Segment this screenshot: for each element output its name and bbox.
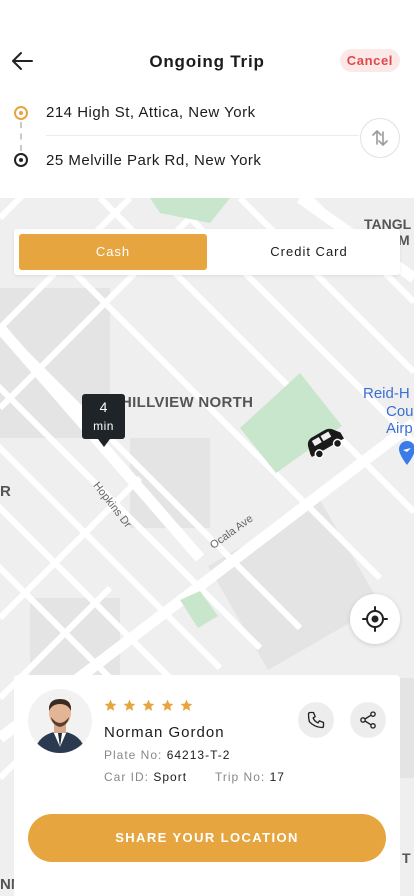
destination-marker-icon [14, 153, 28, 167]
route-connector [20, 122, 22, 151]
pickup-marker-icon [14, 106, 28, 120]
share-location-button[interactable]: SHARE YOUR LOCATION [28, 814, 386, 862]
route-divider [46, 135, 359, 136]
eta-value: 4 [99, 399, 108, 415]
map-label-airport-1: Reid-H [363, 385, 410, 402]
my-location-button[interactable] [350, 594, 400, 644]
driver-rating [104, 699, 193, 713]
star-icon [180, 699, 193, 711]
car-id: Car ID: Sport [104, 770, 187, 784]
driver-avatar [28, 689, 92, 753]
plate-number: Plate No: 64213-T-2 [104, 748, 230, 762]
trip-header: Ongoing Trip Cancel 214 High St, Attica,… [0, 0, 414, 198]
airport-pin-icon [399, 441, 414, 465]
trip-number-label: Trip No: [215, 770, 266, 784]
destination-address[interactable]: 25 Melville Park Rd, New York [46, 152, 261, 169]
trip-number-value: 17 [269, 770, 285, 784]
star-icon [104, 699, 117, 711]
map-label-airport-2: Cou [386, 403, 414, 420]
payment-option-credit-card[interactable]: Credit Card [223, 234, 395, 270]
car-icon [307, 428, 344, 459]
eta-badge: 4 min [82, 394, 125, 447]
plate-label: Plate No: [104, 748, 163, 762]
phone-icon [307, 711, 325, 729]
crosshair-icon [362, 606, 388, 632]
car-id-value: Sport [153, 770, 188, 784]
swap-route-button[interactable] [360, 118, 400, 158]
star-icon [161, 699, 174, 711]
plate-value: 64213-T-2 [166, 748, 231, 762]
payment-method-toggle: Cash Credit Card [14, 229, 400, 275]
trip-number: Trip No: 17 [215, 770, 285, 784]
driver-card: Norman Gordon Plate No: 64213-T-2 Car ID… [14, 675, 400, 896]
map-label-neighborhood: HILLVIEW NORTH [121, 394, 254, 411]
eta-unit: min [93, 419, 114, 433]
star-icon [123, 699, 136, 711]
map-label-left-edge: R [0, 483, 11, 500]
swap-vertical-icon [372, 130, 388, 146]
payment-option-cash[interactable]: Cash [19, 234, 207, 270]
share-icon [360, 711, 376, 729]
car-id-label: Car ID: [104, 770, 150, 784]
call-driver-button[interactable] [298, 702, 334, 738]
pickup-address[interactable]: 214 High St, Attica, New York [46, 104, 256, 121]
driver-name: Norman Gordon [104, 724, 225, 741]
cancel-trip-button[interactable]: Cancel [339, 49, 400, 72]
map-label-airport-3: Airp [386, 420, 413, 437]
share-trip-button[interactable] [350, 702, 386, 738]
star-icon [142, 699, 155, 711]
map-label-bottom-right: T [402, 850, 411, 866]
route-summary: 214 High St, Attica, New York 25 Melvill… [0, 96, 414, 186]
